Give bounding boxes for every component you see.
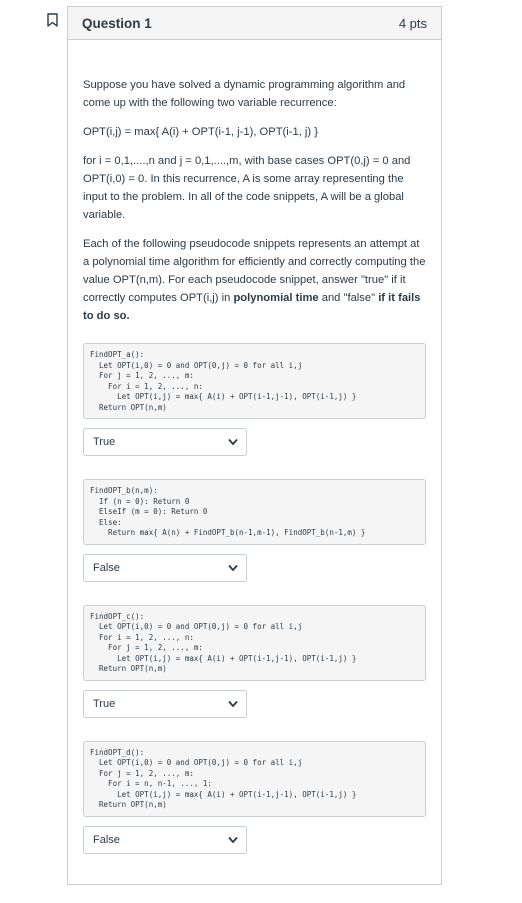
code-b-text: FindOPT_b(n,m): If (n = 0): Return 0 Els… — [90, 486, 366, 537]
chevron-down-icon — [228, 700, 238, 707]
instructions-paragraph: Each of the following pseudocode snippet… — [83, 238, 426, 322]
code-snippet-c: FindOPT_c(): Let OPT(i,0) = 0 and OPT(0,… — [83, 604, 426, 681]
code-a-text: FindOPT_a(): Let OPT(i,0) = 0 and OPT(0,… — [90, 350, 357, 412]
question-header: Question 1 4 pts — [68, 7, 441, 40]
answer-select-b[interactable]: False — [83, 553, 247, 582]
code-snippet-b: FindOPT_b(n,m): If (n = 0): Return 0 Els… — [83, 479, 426, 545]
chevron-down-icon — [228, 564, 238, 571]
answer-d-value: False — [93, 833, 120, 846]
question-body: Suppose you have solved a dynamic progra… — [68, 40, 441, 854]
answer-c-value: True — [93, 697, 116, 710]
question-points: 4 pts — [398, 15, 427, 31]
code-d-text: FindOPT_d(): Let OPT(i,0) = 0 and OPT(0,… — [90, 747, 357, 810]
answer-b-value: False — [93, 561, 120, 574]
code-snippet-d: FindOPT_d(): Let OPT(i,0) = 0 and OPT(0,… — [83, 740, 426, 817]
chevron-down-icon — [228, 836, 238, 843]
answer-select-d[interactable]: False — [83, 825, 247, 854]
flag-question-icon[interactable] — [47, 13, 58, 27]
answer-a-value: True — [93, 436, 116, 448]
base-cases-paragraph: for i = 0,1,....,n and j = 0,1,....,m, w… — [83, 155, 411, 221]
intro-paragraph: Suppose you have solved a dynamic progra… — [83, 79, 406, 109]
recurrence-text: OPT(i,j) = max{ A(i) + OPT(i-1, j-1), OP… — [83, 126, 318, 138]
chevron-down-icon — [228, 438, 238, 446]
answer-select-c[interactable]: True — [83, 689, 247, 718]
question-title: Question 1 — [82, 15, 152, 31]
code-c-text: FindOPT_c(): Let OPT(i,0) = 0 and OPT(0,… — [90, 611, 357, 674]
question-card: Question 1 4 pts Suppose you have solved… — [67, 6, 442, 885]
answer-select-a[interactable]: True — [83, 428, 247, 456]
code-snippet-a: FindOPT_a(): Let OPT(i,0) = 0 and OPT(0,… — [83, 343, 426, 419]
